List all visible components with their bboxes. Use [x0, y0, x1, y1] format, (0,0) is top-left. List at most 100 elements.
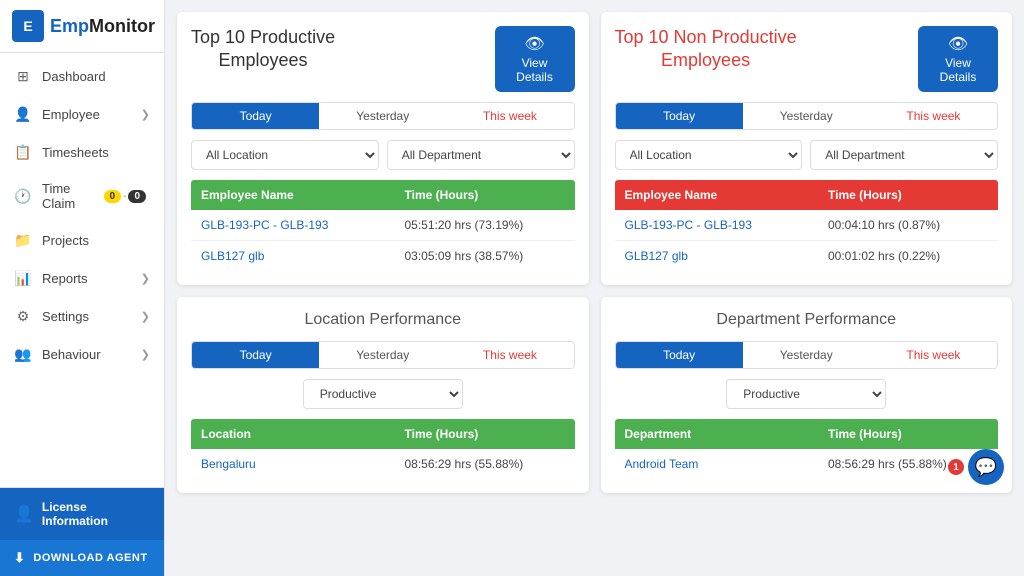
sidebar-item-label: Behaviour — [42, 347, 141, 362]
employee-name-link[interactable]: GLB-193-PC - GLB-193 — [625, 218, 829, 232]
sidebar-item-label: Reports — [42, 271, 141, 286]
location-select-non-productive[interactable]: All Location — [615, 140, 803, 170]
notification-badge: 1 — [948, 459, 964, 475]
tab-thisweek-non-productive[interactable]: This week — [870, 103, 997, 129]
employee-time: 05:51:20 hrs (73.19%) — [405, 218, 565, 232]
sidebar-item-label: Time Claim — [42, 181, 104, 211]
bottom-row: Location Performance Today Yesterday Thi… — [177, 297, 1012, 493]
badge-yellow: 0 — [104, 190, 122, 203]
download-agent-button[interactable]: ⬇ DOWNLOAD AGENT — [0, 540, 164, 576]
productive-table-body: GLB-193-PC - GLB-193 05:51:20 hrs (73.19… — [191, 210, 575, 271]
tab-thisweek-location[interactable]: This week — [446, 342, 573, 368]
productive-select-department[interactable]: Productive — [726, 379, 886, 409]
tab-thisweek-department[interactable]: This week — [870, 342, 997, 368]
department-select-productive[interactable]: All Department — [387, 140, 575, 170]
card-header: Top 10 Non Productive Employees 👁 ViewDe… — [615, 26, 999, 92]
employee-time: 00:01:02 hrs (0.22%) — [828, 249, 988, 263]
settings-icon: ⚙ — [14, 307, 32, 325]
view-details-label: ViewDetails — [516, 56, 553, 84]
reports-icon: 📊 — [14, 269, 32, 287]
table-row: GLB127 glb 03:05:09 hrs (38.57%) — [191, 241, 575, 271]
sidebar-item-label: Projects — [42, 233, 150, 248]
department-name: Android Team — [625, 457, 829, 471]
table-row: GLB-193-PC - GLB-193 00:04:10 hrs (0.87%… — [615, 210, 999, 241]
license-icon: 👤 — [14, 504, 34, 524]
eye-icon: 👁 — [524, 34, 544, 54]
location-performance-card: Location Performance Today Yesterday Thi… — [177, 297, 589, 493]
department-select-non-productive[interactable]: All Department — [810, 140, 998, 170]
sidebar-item-employee[interactable]: 👤 Employee ❯ — [0, 95, 164, 133]
top-productive-title: Top 10 Productive Employees — [191, 26, 335, 73]
chevron-right-icon: ❯ — [141, 108, 150, 121]
chevron-right-icon: ❯ — [141, 272, 150, 285]
chat-button[interactable]: 💬 — [968, 449, 1004, 485]
top-row: Top 10 Productive Employees 👁 ViewDetail… — [177, 12, 1012, 285]
logo: E EmpMonitor — [0, 0, 164, 53]
top-productive-card: Top 10 Productive Employees 👁 ViewDetail… — [177, 12, 589, 285]
tab-today-location[interactable]: Today — [192, 342, 319, 368]
non-productive-tabs: Today Yesterday This week — [615, 102, 999, 130]
tab-today-non-productive[interactable]: Today — [616, 103, 743, 129]
table-row: Android Team 08:56:29 hrs (55.88%) — [615, 449, 999, 479]
license-label: License Information — [42, 500, 150, 528]
behaviour-icon: 👥 — [14, 345, 32, 363]
sidebar-nav: ⊞ Dashboard 👤 Employee ❯ 📋 Timesheets 🕐 … — [0, 53, 164, 487]
tab-thisweek-productive[interactable]: This week — [446, 103, 573, 129]
employee-name-link[interactable]: GLB127 glb — [625, 249, 829, 263]
sidebar-item-label: Dashboard — [42, 69, 150, 84]
employee-name-link[interactable]: GLB127 glb — [201, 249, 405, 263]
main-content: Top 10 Productive Employees 👁 ViewDetail… — [165, 0, 1024, 576]
tab-yesterday-non-productive[interactable]: Yesterday — [743, 103, 870, 129]
non-productive-table-body: GLB-193-PC - GLB-193 00:04:10 hrs (0.87%… — [615, 210, 999, 271]
table-row: Bengaluru 08:56:29 hrs (55.88%) — [191, 449, 575, 479]
card-header: Top 10 Productive Employees 👁 ViewDetail… — [191, 26, 575, 92]
tab-yesterday-location[interactable]: Yesterday — [319, 342, 446, 368]
dashboard-icon: ⊞ — [14, 67, 32, 85]
department-performance-title: Department Performance — [615, 311, 999, 329]
sidebar-item-settings[interactable]: ⚙ Settings ❯ — [0, 297, 164, 335]
tab-today-department[interactable]: Today — [616, 342, 743, 368]
department-productive-filter: Productive — [615, 379, 999, 409]
view-details-non-productive-button[interactable]: 👁 ViewDetails — [918, 26, 998, 92]
license-button[interactable]: 👤 License Information — [0, 488, 164, 540]
location-time: 08:56:29 hrs (55.88%) — [405, 457, 565, 471]
tab-yesterday-department[interactable]: Yesterday — [743, 342, 870, 368]
location-select-productive[interactable]: All Location — [191, 140, 379, 170]
department-tabs: Today Yesterday This week — [615, 341, 999, 369]
location-tabs: Today Yesterday This week — [191, 341, 575, 369]
chat-notification: 1 💬 — [948, 449, 1004, 485]
timeclaim-icon: 🕐 — [14, 187, 32, 205]
productive-filters: All Location All Department — [191, 140, 575, 170]
sidebar: E EmpMonitor ⊞ Dashboard 👤 Employee ❯ 📋 … — [0, 0, 165, 576]
tab-today-productive[interactable]: Today — [192, 103, 319, 129]
sidebar-item-timesheets[interactable]: 📋 Timesheets — [0, 133, 164, 171]
top-non-productive-card: Top 10 Non Productive Employees 👁 ViewDe… — [601, 12, 1013, 285]
top-non-productive-title: Top 10 Non Productive Employees — [615, 26, 797, 73]
department-table-header: Department Time (Hours) — [615, 419, 999, 449]
view-details-productive-button[interactable]: 👁 ViewDetails — [495, 26, 575, 92]
logo-text: EmpMonitor — [50, 16, 155, 37]
chevron-right-icon: ❯ — [141, 310, 150, 323]
productive-table-header: Employee Name Time (Hours) — [191, 180, 575, 210]
chevron-right-icon: ❯ — [141, 348, 150, 361]
table-row: GLB127 glb 00:01:02 hrs (0.22%) — [615, 241, 999, 271]
sidebar-item-dashboard[interactable]: ⊞ Dashboard — [0, 57, 164, 95]
employee-name-link[interactable]: GLB-193-PC - GLB-193 — [201, 218, 405, 232]
employee-time: 03:05:09 hrs (38.57%) — [405, 249, 565, 263]
eye-icon: 👁 — [948, 34, 968, 54]
tab-yesterday-productive[interactable]: Yesterday — [319, 103, 446, 129]
employee-icon: 👤 — [14, 105, 32, 123]
download-icon: ⬇ — [14, 550, 25, 566]
location-table-header: Location Time (Hours) — [191, 419, 575, 449]
sidebar-item-timeclaim[interactable]: 🕐 Time Claim 0 - 0 — [0, 171, 164, 221]
non-productive-table-header: Employee Name Time (Hours) — [615, 180, 999, 210]
projects-icon: 📁 — [14, 231, 32, 249]
sidebar-item-behaviour[interactable]: 👥 Behaviour ❯ — [0, 335, 164, 373]
non-productive-filters: All Location All Department — [615, 140, 999, 170]
sidebar-item-projects[interactable]: 📁 Projects — [0, 221, 164, 259]
sidebar-item-label: Employee — [42, 107, 141, 122]
sidebar-item-reports[interactable]: 📊 Reports ❯ — [0, 259, 164, 297]
sidebar-item-label: Timesheets — [42, 145, 150, 160]
productive-select-location[interactable]: Productive — [303, 379, 463, 409]
location-name: Bengaluru — [201, 457, 405, 471]
